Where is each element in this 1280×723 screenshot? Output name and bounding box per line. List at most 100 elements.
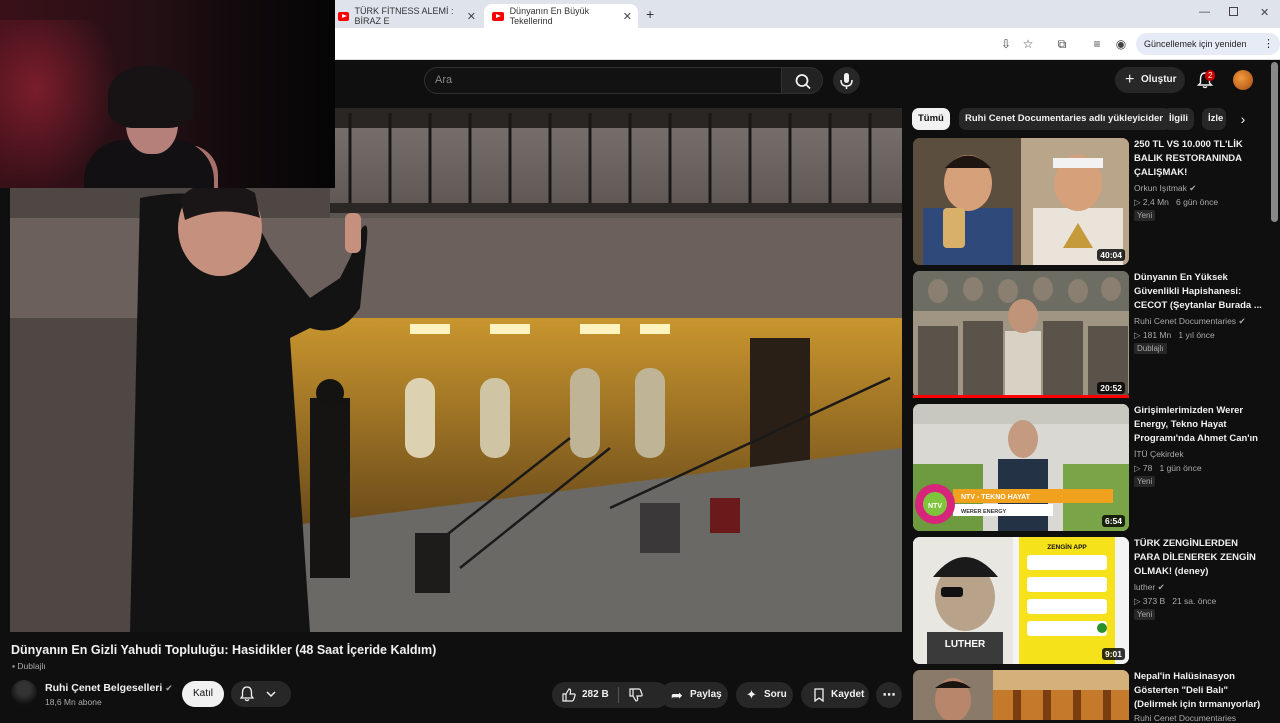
new-badge: Yeni: [1134, 210, 1156, 221]
verified-check-icon: ✔: [165, 683, 173, 693]
dubbed-badge: ▪ Dublajlı: [12, 661, 46, 671]
share-button[interactable]: ➦ Paylaş: [660, 682, 728, 708]
like-button[interactable]: 282 B: [552, 682, 616, 708]
rec-thumbnail-image: [913, 670, 1129, 720]
rec-thumbnail[interactable]: 20:52: [913, 271, 1129, 398]
rec-meta: ▷ 78 1 gün önce: [1134, 463, 1202, 473]
rec-title[interactable]: Girişimlerimizden Werer Energy, Tekno Ha…: [1134, 404, 1262, 446]
minimize-icon[interactable]: —: [1199, 6, 1210, 18]
more-vert-icon[interactable]: ⋮: [1263, 33, 1274, 55]
rec-title[interactable]: Nepal'in Halüsinasyon Gösterten "Deli Ba…: [1134, 670, 1262, 712]
dubbed-badge: Dublajlı: [1134, 343, 1167, 354]
save-button[interactable]: Kaydet: [801, 682, 869, 708]
subscriber-count: 18,6 Mn abone: [45, 697, 102, 707]
microphone-icon: [840, 73, 853, 89]
share-arrow-icon: ➦: [671, 687, 683, 703]
search-input[interactable]: Ara: [424, 67, 782, 94]
ntv-sub-text: WERER ENERGY: [961, 509, 1007, 515]
luther-logo-text: LUTHER: [945, 639, 986, 650]
rec-title[interactable]: 250 TL VS 10.000 TL'LİK BALIK RESTORANIN…: [1134, 138, 1262, 180]
rec-thumbnail[interactable]: 40:04: [913, 138, 1129, 265]
plus-icon: +: [1125, 71, 1135, 88]
channel-avatar[interactable]: [11, 680, 37, 706]
chip-related[interactable]: İlgili: [1163, 108, 1194, 130]
browser-tab-1[interactable]: TÜRK FİTNESS ALEMİ : BİRAZ E ✕: [330, 4, 482, 28]
ask-button[interactable]: ✦ Soru: [736, 682, 793, 708]
bookmark-star-icon[interactable]: ☆: [1021, 37, 1035, 51]
rec-meta: ▷ 373 B 21 sa. önce: [1134, 596, 1217, 606]
like-count: 282 B: [582, 689, 609, 700]
update-restart-button[interactable]: Güncellemek için yeniden başlat ⋮: [1136, 33, 1280, 71]
duration-badge: 20:52: [1097, 382, 1125, 394]
rec-thumbnail-image: [913, 138, 1129, 265]
rec-channel[interactable]: Orkun Işıtmak ✔: [1134, 183, 1196, 194]
verified-check-icon: ✔: [1238, 316, 1246, 326]
duration-badge: 6:54: [1101, 515, 1125, 527]
create-label: Oluştur: [1141, 74, 1177, 85]
sparkle-icon: ✦: [746, 687, 757, 702]
rec-title[interactable]: TÜRK ZENGİNLERDEN PARA DİLENEREK ZENGİN …: [1134, 537, 1262, 579]
install-app-icon[interactable]: ⇩: [999, 37, 1013, 51]
rec-channel[interactable]: Ruhi Cenet Documentaries: [1134, 713, 1236, 723]
rec-thumbnail[interactable]: NTV NTV - TEKNO HAYAT WERER ENERGY 6:54: [913, 404, 1129, 531]
webcam-overlay: [0, 0, 335, 188]
rec-thumbnail-image: NTV NTV - TEKNO HAYAT WERER ENERGY: [913, 404, 1129, 531]
bookmark-icon: [814, 688, 824, 702]
rec-meta: ▷ 181 Mn 1 yıl önce: [1134, 330, 1215, 340]
verified-check-icon: ✔: [1189, 183, 1197, 193]
rec-thumbnail-image: [913, 271, 1129, 398]
browser-tab-2[interactable]: Dünyanın En Büyük Tekellerind ✕: [484, 4, 638, 28]
chip-uploader[interactable]: Ruhi Cenet Documentaries adlı yükleyicid…: [959, 108, 1172, 130]
profile-icon[interactable]: ◉: [1114, 37, 1128, 51]
rec-thumbnail[interactable]: [913, 670, 1129, 720]
rec-thumbnail[interactable]: LUTHER ZENGİN APP 9:01: [913, 537, 1129, 664]
views-play-icon: ▷: [1134, 463, 1141, 473]
search-button[interactable]: [781, 67, 823, 94]
rec-title[interactable]: Dünyanın En Yüksek Güvenlikli Hapishanes…: [1134, 271, 1262, 313]
close-tab-icon[interactable]: ✕: [467, 10, 476, 23]
rec-thumbnail-image: LUTHER ZENGİN APP: [913, 537, 1129, 664]
close-tab-icon[interactable]: ✕: [623, 10, 632, 23]
ntv-banner-text: NTV - TEKNO HAYAT: [961, 494, 1031, 501]
media-control-icon[interactable]: ≡: [1090, 37, 1104, 51]
chip-all[interactable]: Tümü: [912, 108, 950, 130]
views-play-icon: ▷: [1134, 197, 1141, 207]
page-scrollbar[interactable]: [1271, 62, 1278, 222]
thumbs-down-icon: [629, 688, 643, 702]
bell-chevron-icon: [239, 686, 276, 702]
voice-search-button[interactable]: [833, 67, 860, 94]
join-button[interactable]: Katıl: [182, 681, 224, 707]
video-title: Dünyanın En Gizli Yahudi Topluluğu: Hasi…: [11, 643, 437, 657]
zengin-app-title: ZENGİN APP: [1047, 543, 1087, 551]
maximize-icon[interactable]: [1229, 7, 1238, 16]
browser-tab-title: Dünyanın En Büyük Tekellerind: [509, 6, 590, 26]
browser-tab-title: TÜRK FİTNESS ALEMİ : BİRAZ E: [354, 6, 454, 26]
extensions-icon[interactable]: ⧉: [1055, 37, 1069, 51]
close-window-icon[interactable]: ✕: [1260, 6, 1269, 19]
search-icon: [795, 74, 811, 90]
chevron-right-icon[interactable]: ›: [1232, 108, 1254, 130]
new-badge: Yeni: [1134, 609, 1156, 620]
duration-badge: 9:01: [1101, 648, 1125, 660]
views-play-icon: ▷: [1134, 596, 1141, 606]
watch-progress-bar: [913, 395, 1129, 398]
new-tab-icon[interactable]: +: [646, 6, 654, 22]
like-divider: [618, 687, 619, 703]
rec-meta: ▷ 2,4 Mn 6 gün önce: [1134, 197, 1219, 207]
account-avatar[interactable]: [1233, 70, 1253, 90]
create-button[interactable]: + Oluştur: [1115, 67, 1185, 93]
channel-name[interactable]: Ruhi Çenet Belgeselleri ✔: [45, 682, 173, 694]
youtube-favicon-icon: [492, 11, 504, 21]
rec-channel[interactable]: Ruhi Cenet Documentaries ✔: [1134, 316, 1246, 327]
dubbed-icon: ▪: [12, 661, 16, 671]
verified-check-icon: ✔: [1157, 582, 1165, 592]
rec-channel[interactable]: luther ✔: [1134, 582, 1165, 593]
more-horiz-icon: ⋯: [882, 687, 896, 702]
more-actions-button[interactable]: ⋯: [876, 682, 902, 708]
chip-watched[interactable]: İzle: [1202, 108, 1226, 130]
new-badge: Yeni: [1134, 476, 1156, 487]
rec-channel[interactable]: İTÜ Çekirdek: [1134, 449, 1184, 459]
ntv-logo: NTV: [928, 503, 942, 510]
subscription-bell-button[interactable]: [231, 681, 291, 707]
views-play-icon: ▷: [1134, 330, 1141, 340]
